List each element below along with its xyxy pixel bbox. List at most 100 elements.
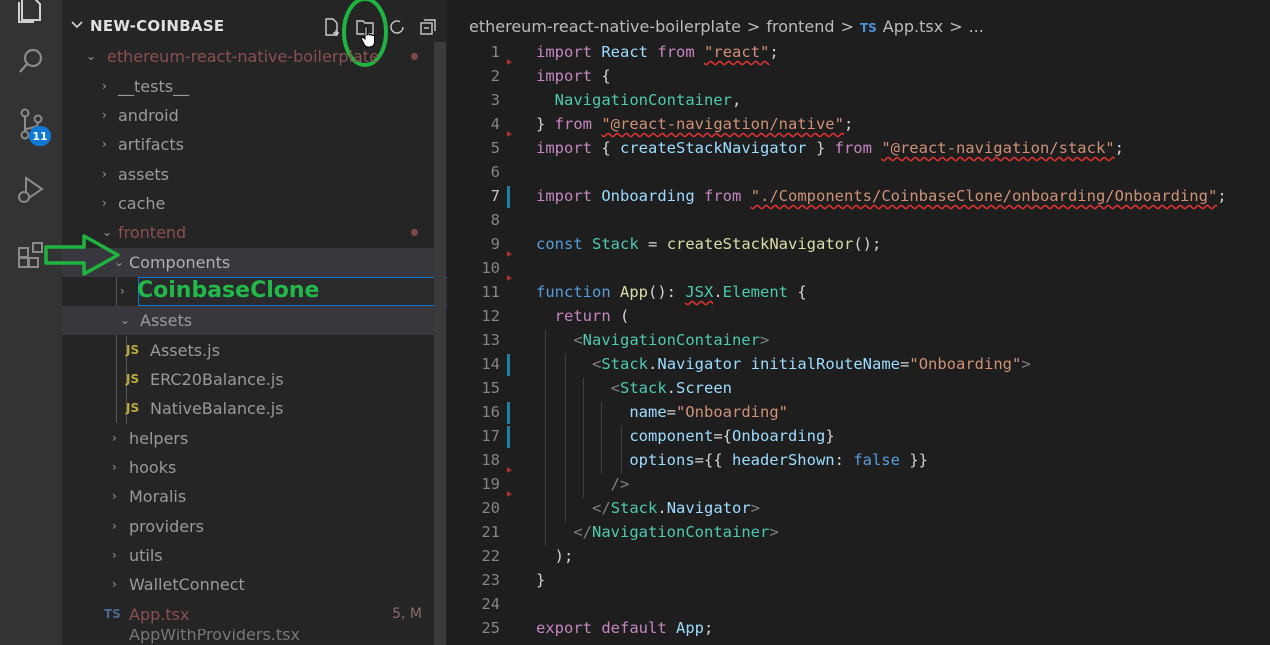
breadcrumb-file[interactable]: App.tsx bbox=[883, 17, 943, 36]
code-line[interactable]: import { bbox=[536, 67, 611, 85]
code-line[interactable]: options={{ headerShown: false }} bbox=[536, 451, 928, 469]
tree-row-cache[interactable]: › cache bbox=[62, 189, 434, 218]
line-number: 3 bbox=[490, 91, 500, 109]
tree-row-artifacts[interactable]: › artifacts bbox=[62, 130, 434, 159]
tree-row-appwithproviders[interactable]: AppWithProviders.tsx bbox=[62, 629, 434, 645]
gutter-deleted-marker bbox=[507, 59, 512, 65]
code-line[interactable]: <NavigationContainer> bbox=[536, 331, 769, 349]
gutter-deleted-marker bbox=[507, 275, 512, 281]
tree-row-app-tsx[interactable]: TS App.tsx 5, M bbox=[62, 600, 434, 629]
search-icon[interactable] bbox=[10, 40, 52, 82]
line-number: 21 bbox=[481, 523, 500, 541]
indent-guide bbox=[601, 402, 602, 474]
tree-label: __tests__ bbox=[118, 77, 190, 96]
chevron-down-icon[interactable] bbox=[70, 18, 84, 32]
js-file-icon: JS bbox=[126, 401, 140, 415]
line-number: 9 bbox=[490, 235, 500, 253]
chevron-right-icon: › bbox=[102, 79, 107, 93]
tree-row-android[interactable]: › android bbox=[62, 101, 434, 130]
indent-guide bbox=[583, 378, 584, 498]
gutter-deleted-marker bbox=[507, 131, 512, 137]
chevron-down-icon: ⌄ bbox=[120, 313, 131, 327]
source-control-badge: 11 bbox=[29, 126, 51, 146]
tree-row-walletconnect[interactable]: › WalletConnect bbox=[62, 570, 434, 599]
line-number: 8 bbox=[490, 211, 500, 229]
tree-row-tests[interactable]: › __tests__ bbox=[62, 72, 434, 101]
code-line[interactable]: import React from "react"; bbox=[536, 43, 779, 61]
code-line[interactable]: const Stack = createStackNavigator(); bbox=[536, 235, 881, 253]
collapse-all-icon[interactable] bbox=[415, 14, 441, 40]
code-line[interactable]: </Stack.Navigator> bbox=[536, 499, 760, 517]
tree-label: Assets.js bbox=[150, 341, 220, 360]
line-number: 10 bbox=[481, 259, 500, 277]
tree-row-helpers[interactable]: › helpers bbox=[62, 424, 434, 453]
line-number: 2 bbox=[490, 67, 500, 85]
tree-row-erc20-js[interactable]: JS ERC20Balance.js bbox=[62, 365, 434, 394]
tree-label: Moralis bbox=[129, 487, 187, 506]
js-file-icon: JS bbox=[126, 372, 140, 386]
tree-label: hooks bbox=[129, 458, 177, 477]
code-line[interactable]: name="Onboarding" bbox=[536, 403, 788, 421]
line-number: 6 bbox=[490, 163, 500, 181]
chevron-right-icon: › bbox=[102, 108, 107, 122]
line-number: 24 bbox=[481, 595, 500, 613]
code-line[interactable]: </NavigationContainer> bbox=[536, 523, 778, 541]
line-number: 15 bbox=[481, 379, 500, 397]
code-line[interactable]: <Stack.Navigator initialRouteName="Onboa… bbox=[536, 355, 1031, 373]
js-file-icon: JS bbox=[126, 343, 140, 357]
chevron-right-icon: › bbox=[112, 489, 117, 503]
gutter-modified-marker bbox=[507, 186, 510, 208]
line-number: 7 bbox=[490, 187, 500, 205]
code-line[interactable]: NavigationContainer, bbox=[536, 91, 742, 109]
tree-row-native-js[interactable]: JS NativeBalance.js bbox=[62, 394, 434, 423]
tree-label: ERC20Balance.js bbox=[150, 370, 284, 389]
explorer-icon[interactable] bbox=[10, 0, 52, 30]
line-number: 14 bbox=[481, 355, 500, 373]
tree-row-root[interactable]: ⌄ ethereum-react-native-boilerplate bbox=[62, 42, 434, 71]
code-line[interactable]: return ( bbox=[536, 307, 630, 325]
tree-label: AppWithProviders.tsx bbox=[129, 629, 300, 644]
code-line[interactable]: component={Onboarding} bbox=[536, 427, 834, 445]
indent-guide bbox=[545, 330, 546, 546]
tree-label: providers bbox=[129, 517, 204, 536]
line-number: 18 bbox=[481, 451, 500, 469]
run-debug-icon[interactable] bbox=[10, 168, 52, 210]
tree-row-moralis[interactable]: › Moralis bbox=[62, 482, 434, 511]
code-line[interactable]: } from "@react-navigation/native"; bbox=[536, 115, 853, 133]
code-line[interactable]: } bbox=[536, 571, 545, 589]
tree-label: helpers bbox=[129, 429, 189, 448]
tree-row-assets-folder[interactable]: ⌄ Assets bbox=[62, 306, 434, 335]
tree-row-utils[interactable]: › utils bbox=[62, 541, 434, 570]
chevron-right-icon: › bbox=[112, 460, 117, 474]
tree-row-assets[interactable]: › assets bbox=[62, 160, 434, 189]
code-line[interactable]: ); bbox=[536, 547, 574, 565]
indent-guide bbox=[621, 426, 622, 474]
chevron-right-icon: › bbox=[112, 577, 117, 591]
tree-row-hooks[interactable]: › hooks bbox=[62, 453, 434, 482]
tree-row-providers[interactable]: › providers bbox=[62, 512, 434, 541]
sidebar-scrollbar[interactable] bbox=[434, 42, 446, 645]
ts-file-icon: TS bbox=[859, 21, 877, 35]
code-line[interactable]: export default App; bbox=[536, 619, 713, 637]
chevron-down-icon: ⌄ bbox=[86, 49, 97, 63]
breadcrumb-sep: > bbox=[949, 17, 963, 36]
line-number: 11 bbox=[481, 283, 500, 301]
gutter-deleted-marker bbox=[507, 251, 512, 257]
tree-root-label: ethereum-react-native-boilerplate bbox=[107, 47, 379, 66]
chevron-right-icon: › bbox=[102, 196, 107, 210]
code-line[interactable]: import { createStackNavigator } from "@r… bbox=[536, 139, 1124, 157]
breadcrumb-more[interactable]: ... bbox=[969, 17, 984, 36]
line-number: 16 bbox=[481, 403, 500, 421]
tree-row-assets-js[interactable]: JS Assets.js bbox=[62, 336, 434, 365]
annotation-arrow-icon bbox=[44, 234, 120, 276]
breadcrumb-project[interactable]: ethereum-react-native-boilerplate bbox=[469, 17, 741, 36]
code-line[interactable]: function App(): JSX.Element { bbox=[536, 283, 807, 301]
chevron-right-icon: › bbox=[102, 137, 107, 151]
code-line[interactable]: import Onboarding from "./Components/Coi… bbox=[536, 187, 1227, 205]
tree-label: android bbox=[118, 106, 179, 125]
breadcrumb-folder[interactable]: frontend bbox=[766, 17, 834, 36]
chevron-right-icon: › bbox=[112, 548, 117, 562]
breadcrumb-sep: > bbox=[840, 17, 854, 36]
line-number: 1 bbox=[490, 43, 500, 61]
tree-label: App.tsx bbox=[129, 605, 190, 624]
